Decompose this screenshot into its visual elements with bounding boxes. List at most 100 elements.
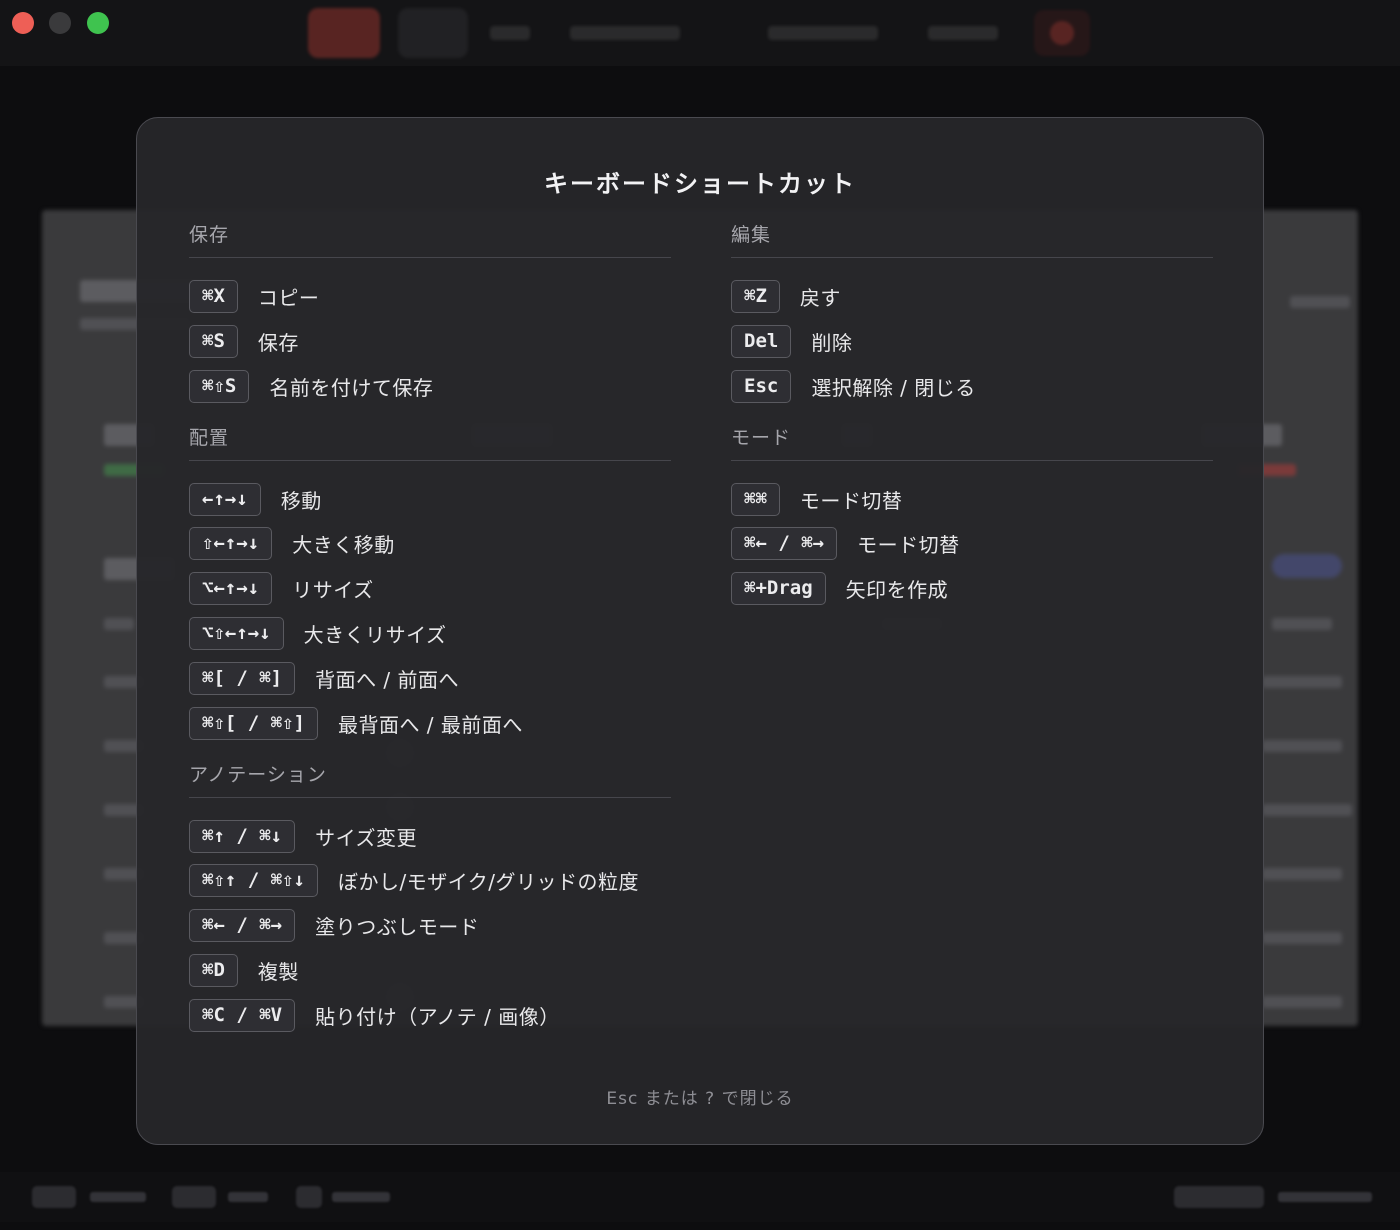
hint-key — [1174, 1186, 1264, 1208]
hint-label — [1278, 1192, 1372, 1202]
shortcut-section: モード ⌘⌘ モード切替 ⌘← / ⌘→ モード切替 ⌘+Drag 矢印を作成 — [731, 423, 1213, 606]
bg-cell — [1262, 868, 1342, 880]
rectangle-tool-button[interactable] — [308, 8, 380, 58]
bg-cell — [1262, 932, 1342, 944]
bg-filter-chip — [1272, 554, 1342, 578]
toolbar-chip — [768, 26, 878, 40]
left-column: 保存 ⌘X コピー ⌘S 保存 ⌘⇧S 名前を付けて保存配置 ←↑→↓ 移動 ⇧←↑→↓ 大きく移動… — [189, 220, 671, 1052]
shortcut-row: Esc 選択解除 / 閉じる — [731, 369, 1213, 403]
window-titlebar — [0, 0, 1400, 66]
shortcut-description: 選択解除 / 閉じる — [811, 375, 976, 400]
shortcut-key: Del — [731, 324, 792, 358]
toolbar-chip — [928, 26, 998, 40]
shortcut-description: 背面へ / 前面へ — [315, 667, 460, 692]
shortcut-description: 塗りつぶしモード — [315, 915, 480, 940]
bg-cell — [1262, 996, 1342, 1008]
shortcut-section: 配置 ←↑→↓ 移動 ⇧←↑→↓ 大きく移動 ⌥←↑→↓ リサイズ ⌥⇧←↑→↓ 大きくリサイズ… — [189, 423, 671, 740]
close-window-button[interactable] — [12, 12, 34, 34]
shortcut-description: 複製 — [257, 959, 299, 984]
shortcut-description: モード切替 — [799, 488, 903, 513]
shortcut-section: アノテーション ⌘↑ / ⌘↓ サイズ変更 ⌘⇧↑ / ⌘⇧↓ ぼかし/モザイク/グリッ… — [189, 760, 671, 1032]
shortcut-key: ←↑→↓ — [189, 482, 261, 516]
shortcut-row: ⇧←↑→↓ 大きく移動 — [189, 527, 671, 561]
shortcut-description: 戻す — [799, 286, 841, 310]
shortcut-description: リサイズ — [292, 578, 374, 603]
shortcut-row: ⌘D 複製 — [189, 953, 671, 987]
shortcut-row: ⌘⌘ モード切替 — [731, 482, 1213, 516]
shortcut-row: ⌘↑ / ⌘↓ サイズ変更 — [189, 819, 671, 853]
shortcut-section: 編集 ⌘Z 戻す Del 削除 Esc 選択解除 / 閉じる — [731, 220, 1213, 403]
shortcut-description: 大きく移動 — [292, 533, 395, 558]
background-hint-bar — [0, 1172, 1400, 1222]
shortcut-key: ⌘[ / ⌘] — [189, 661, 296, 695]
shortcut-description: 名前を付けて保存 — [269, 375, 434, 400]
shortcut-row: ⌥⇧←↑→↓ 大きくリサイズ — [189, 616, 671, 650]
hint-key — [32, 1186, 76, 1208]
shortcut-description: コピー — [257, 286, 320, 310]
hint-label — [90, 1192, 146, 1202]
shortcut-key: ⌘S — [189, 324, 238, 358]
shortcut-description: 保存 — [257, 330, 299, 355]
bg-button — [1290, 296, 1350, 308]
hint-label — [332, 1192, 390, 1202]
right-column: 編集 ⌘Z 戻す Del 削除 Esc 選択解除 / 閉じる モード ⌘⌘ モード切替 ⌘← / ⌘… — [731, 220, 1213, 625]
section-header: 配置 — [189, 423, 671, 461]
shortcut-key: Esc — [731, 369, 792, 403]
hint-label — [228, 1192, 268, 1202]
shortcut-key: ⌘⇧S — [189, 369, 250, 403]
shortcut-row: ⌘⇧S 名前を付けて保存 — [189, 369, 671, 403]
shortcut-row: ⌘⇧[ / ⌘⇧] 最背面へ / 最前面へ — [189, 706, 671, 740]
shortcut-description: サイズ変更 — [315, 825, 417, 850]
record-icon — [1050, 21, 1074, 45]
shortcut-key: ⌘← / ⌘→ — [189, 909, 296, 943]
shortcut-key: ⌘+Drag — [731, 572, 826, 606]
shortcut-row: ⌘X コピー — [189, 280, 671, 313]
section-header: モード — [731, 423, 1213, 461]
shortcut-row: ⌘+Drag 矢印を作成 — [731, 572, 1213, 606]
shortcut-key: ⌘Z — [731, 280, 780, 313]
shortcuts-modal: キーボードショートカット 保存 ⌘X コピー ⌘S 保存 ⌘⇧S 名前を付けて保存配置 ←↑→… — [136, 117, 1264, 1145]
section-header: 保存 — [189, 220, 671, 258]
shortcut-key: ⌘⇧[ / ⌘⇧] — [189, 706, 318, 740]
shortcut-row: ⌘S 保存 — [189, 324, 671, 358]
shortcut-row: ⌘Z 戻す — [731, 280, 1213, 313]
shortcut-key: ⌘C / ⌘V — [189, 998, 296, 1032]
bg-col-header — [1272, 618, 1332, 630]
shortcut-key: ⌥←↑→↓ — [189, 572, 273, 606]
section-header: アノテーション — [189, 760, 671, 798]
hint-key — [172, 1186, 216, 1208]
shortcut-description: 貼り付け（アノテ / 画像） — [315, 1004, 560, 1029]
shortcut-description: モード切替 — [857, 533, 960, 558]
modal-footer-hint: Esc または ? で閉じる — [606, 1089, 794, 1109]
shortcut-key: ⌘X — [189, 280, 238, 313]
shortcut-row: Del 削除 — [731, 324, 1213, 358]
shortcut-row: ⌘⇧↑ / ⌘⇧↓ ぼかし/モザイク/グリッドの粒度 — [189, 864, 671, 898]
shortcut-description: ぼかし/モザイク/グリッドの粒度 — [337, 870, 640, 895]
minimize-window-button[interactable] — [49, 12, 71, 34]
zoom-window-button[interactable] — [87, 12, 109, 34]
shortcut-key: ⌥⇧←↑→↓ — [189, 616, 284, 650]
shortcut-row: ⌘← / ⌘→ モード切替 — [731, 527, 1213, 561]
section-header: 編集 — [731, 220, 1213, 258]
shortcut-description: 矢印を作成 — [845, 578, 949, 603]
shortcut-key: ⌘↑ / ⌘↓ — [189, 819, 296, 853]
modal-title: キーボードショートカット — [544, 170, 856, 198]
text-tool-button[interactable] — [398, 8, 468, 58]
bg-cell — [1262, 740, 1342, 752]
shortcut-description: 移動 — [280, 488, 322, 513]
bg-col-header — [104, 618, 134, 630]
shortcut-key: ⌘⇧↑ / ⌘⇧↓ — [189, 864, 318, 898]
shortcut-key: ⌘⌘ — [731, 482, 780, 516]
record-button[interactable] — [1034, 10, 1090, 56]
shortcut-key: ⌘← / ⌘→ — [731, 527, 838, 561]
shortcut-row: ⌥←↑→↓ リサイズ — [189, 572, 671, 606]
shortcut-description: 削除 — [811, 330, 853, 355]
shortcut-key: ⇧←↑→↓ — [189, 527, 273, 561]
shortcut-row: ⌘C / ⌘V 貼り付け（アノテ / 画像） — [189, 998, 671, 1032]
shortcut-description: 最背面へ / 最前面へ — [337, 712, 523, 737]
background-toolbar — [308, 8, 1098, 58]
bg-cell — [1262, 676, 1342, 688]
shortcut-section: 保存 ⌘X コピー ⌘S 保存 ⌘⇧S 名前を付けて保存 — [189, 220, 671, 403]
shortcut-key: ⌘D — [189, 953, 238, 987]
toolbar-chip — [570, 26, 680, 40]
